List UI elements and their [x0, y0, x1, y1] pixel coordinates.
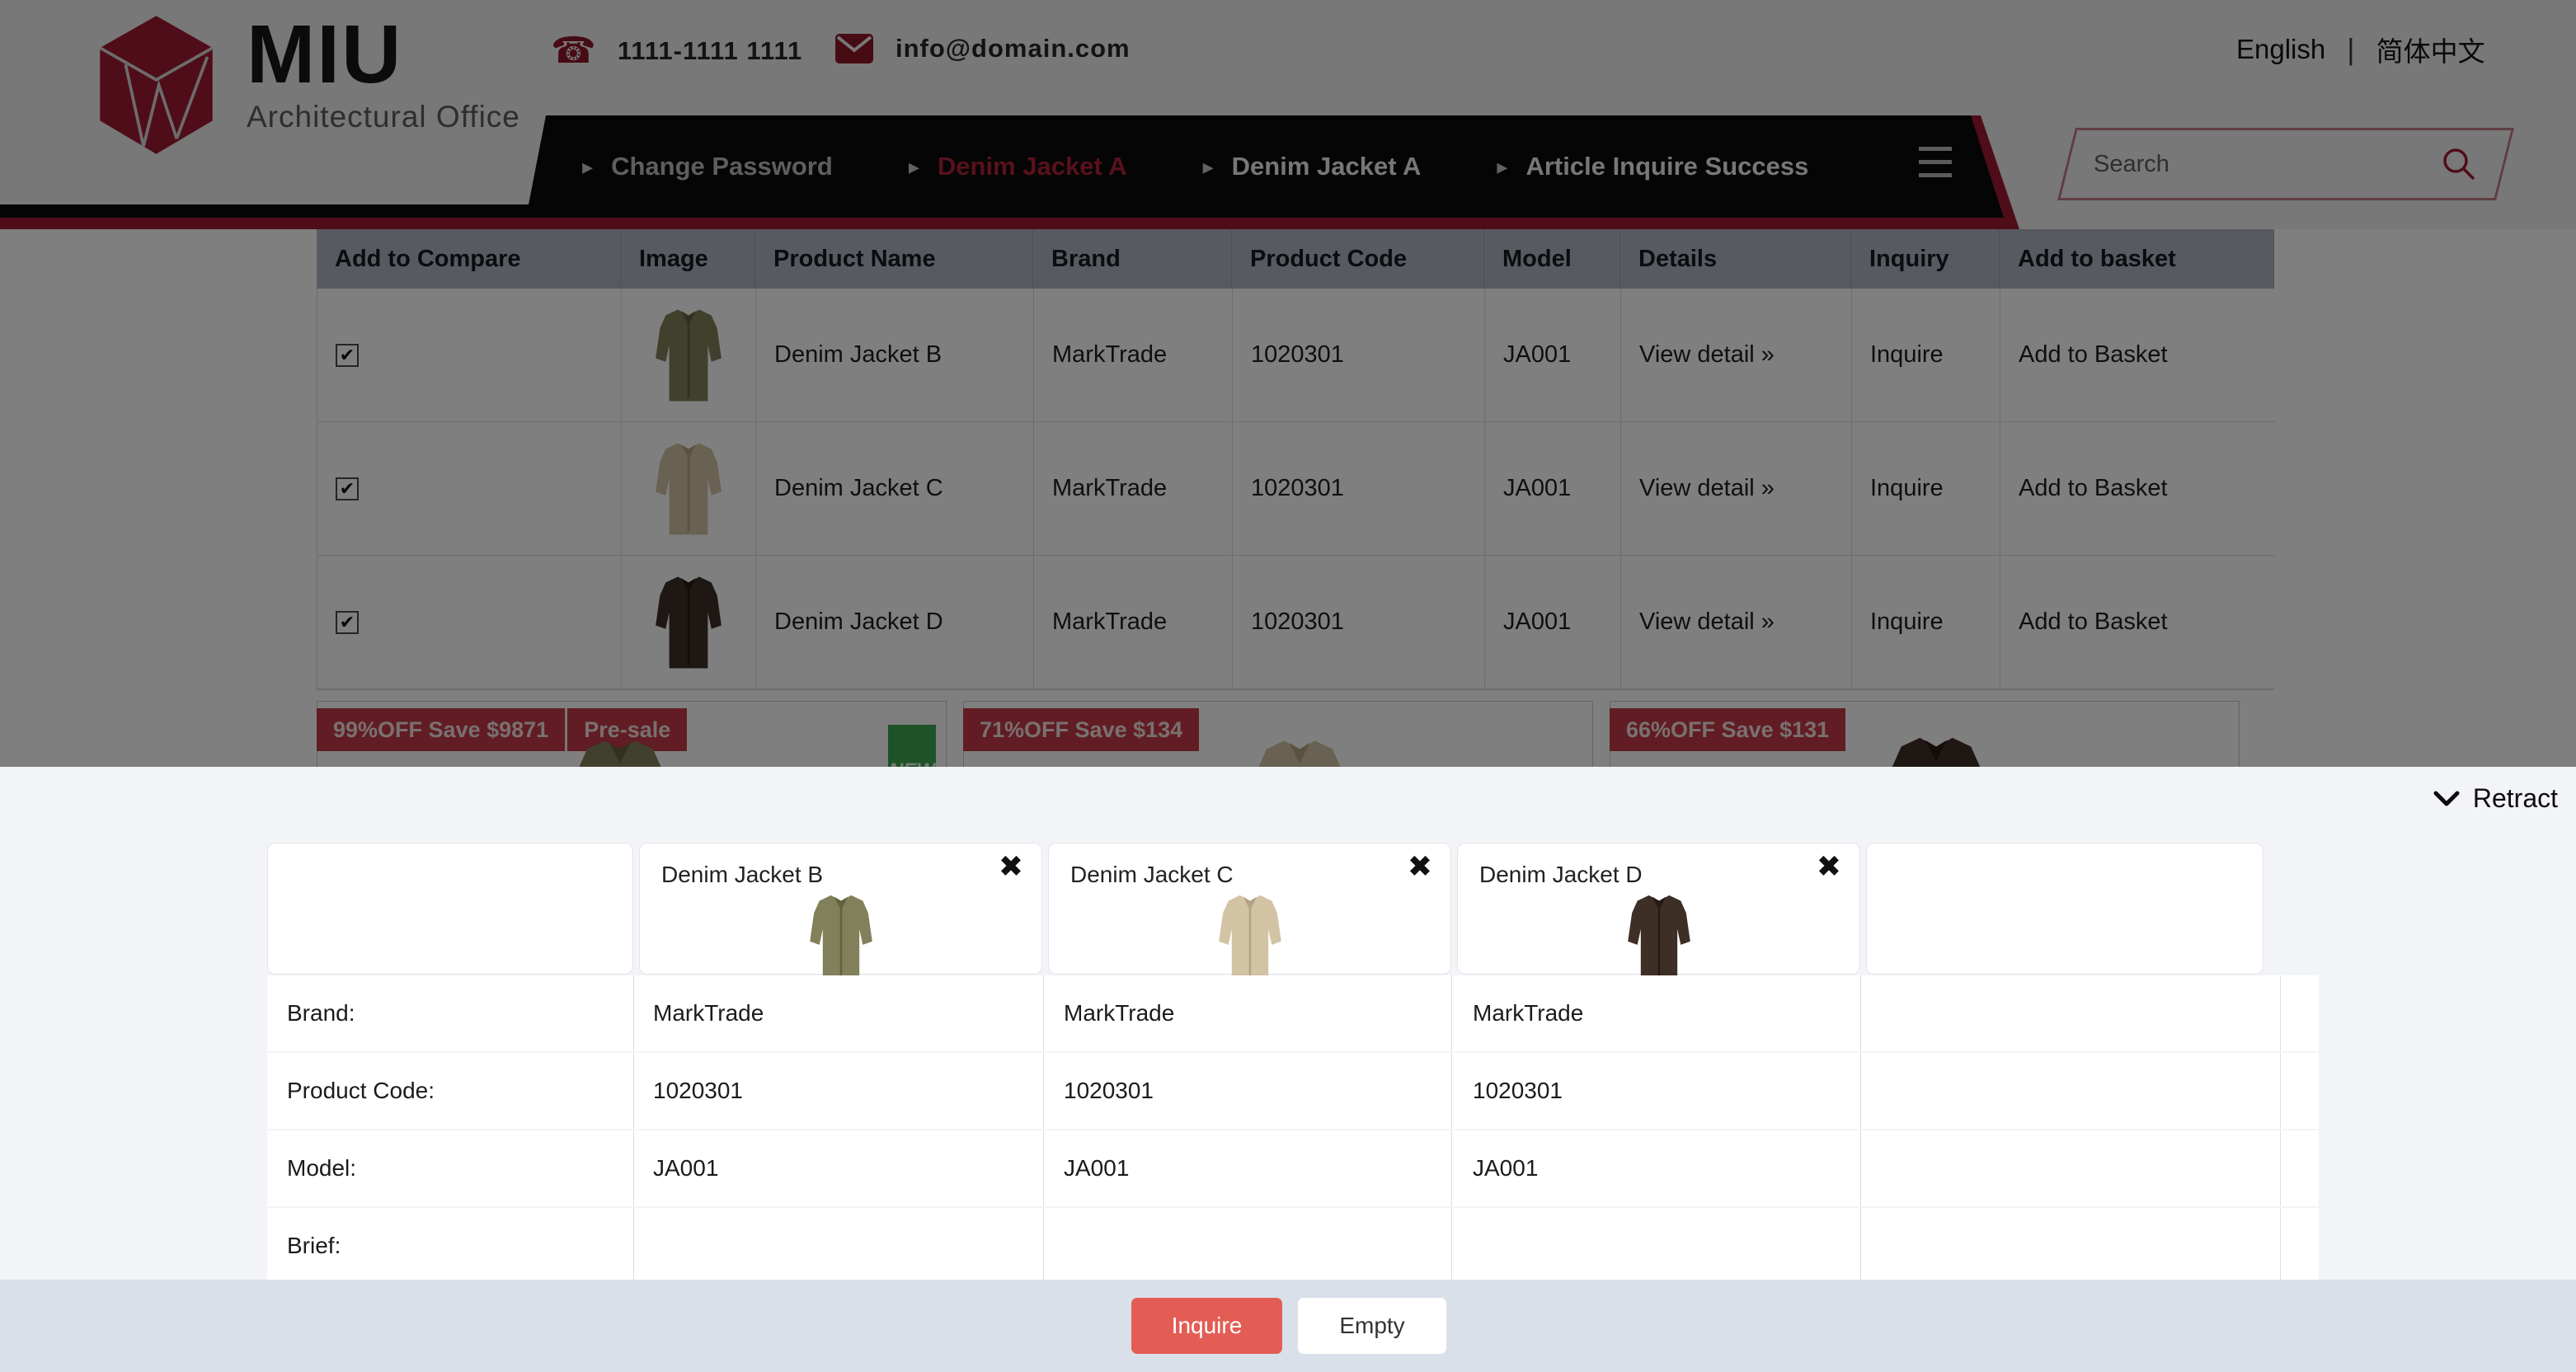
retract-label: Retract [2473, 783, 2558, 814]
model-value: JA001 [653, 1155, 718, 1182]
compare-row-product-code: Product Code: 1020301 1020301 1020301 [267, 1053, 2319, 1129]
compare-row-brand: Brand: MarkTrade MarkTrade MarkTrade [267, 975, 2319, 1051]
brand-value: MarkTrade [1064, 1000, 1174, 1027]
code-value: 1020301 [1064, 1078, 1154, 1104]
compare-product-card: Denim Jacket D ✖ [1457, 843, 1860, 975]
jacket-image [1618, 891, 1700, 986]
model-value: JA001 [1473, 1155, 1538, 1182]
row-label: Product Code: [287, 1078, 435, 1104]
compare-rows: Brand: MarkTrade MarkTrade MarkTrade Pro… [267, 975, 2319, 1285]
compare-product-name: Denim Jacket B [661, 862, 823, 888]
code-value: 1020301 [653, 1078, 743, 1104]
jacket-image [800, 891, 882, 986]
retract-button[interactable]: Retract [2433, 783, 2558, 814]
compare-drawer: Retract Denim Jacket B ✖ Denim Jacket C … [0, 767, 2576, 1372]
close-icon[interactable]: ✖ [1408, 848, 1432, 884]
compare-row-brief: Brief: [267, 1208, 2319, 1284]
row-label: Brief: [287, 1233, 341, 1259]
jacket-image [1209, 891, 1291, 986]
empty-button[interactable]: Empty [1298, 1298, 1446, 1354]
row-label: Model: [287, 1155, 356, 1182]
compare-product-name: Denim Jacket D [1479, 862, 1643, 888]
compare-row-model: Model: JA001 JA001 JA001 [267, 1130, 2319, 1206]
dim-overlay [0, 0, 2576, 767]
code-value: 1020301 [1473, 1078, 1563, 1104]
compare-header-empty-cell [267, 843, 633, 975]
drawer-footer: Inquire Empty [0, 1280, 2576, 1372]
model-value: JA001 [1064, 1155, 1129, 1182]
chevron-down-icon [2433, 791, 2460, 807]
row-label: Brand: [287, 1000, 355, 1027]
inquire-button[interactable]: Inquire [1131, 1298, 1282, 1354]
compare-header-empty-slot [1866, 843, 2263, 975]
compare-product-card: Denim Jacket C ✖ [1048, 843, 1451, 975]
compare-product-name: Denim Jacket C [1070, 862, 1234, 888]
brand-value: MarkTrade [653, 1000, 764, 1027]
compare-product-card: Denim Jacket B ✖ [639, 843, 1042, 975]
brand-value: MarkTrade [1473, 1000, 1583, 1027]
close-icon[interactable]: ✖ [999, 848, 1023, 884]
close-icon[interactable]: ✖ [1817, 848, 1841, 884]
